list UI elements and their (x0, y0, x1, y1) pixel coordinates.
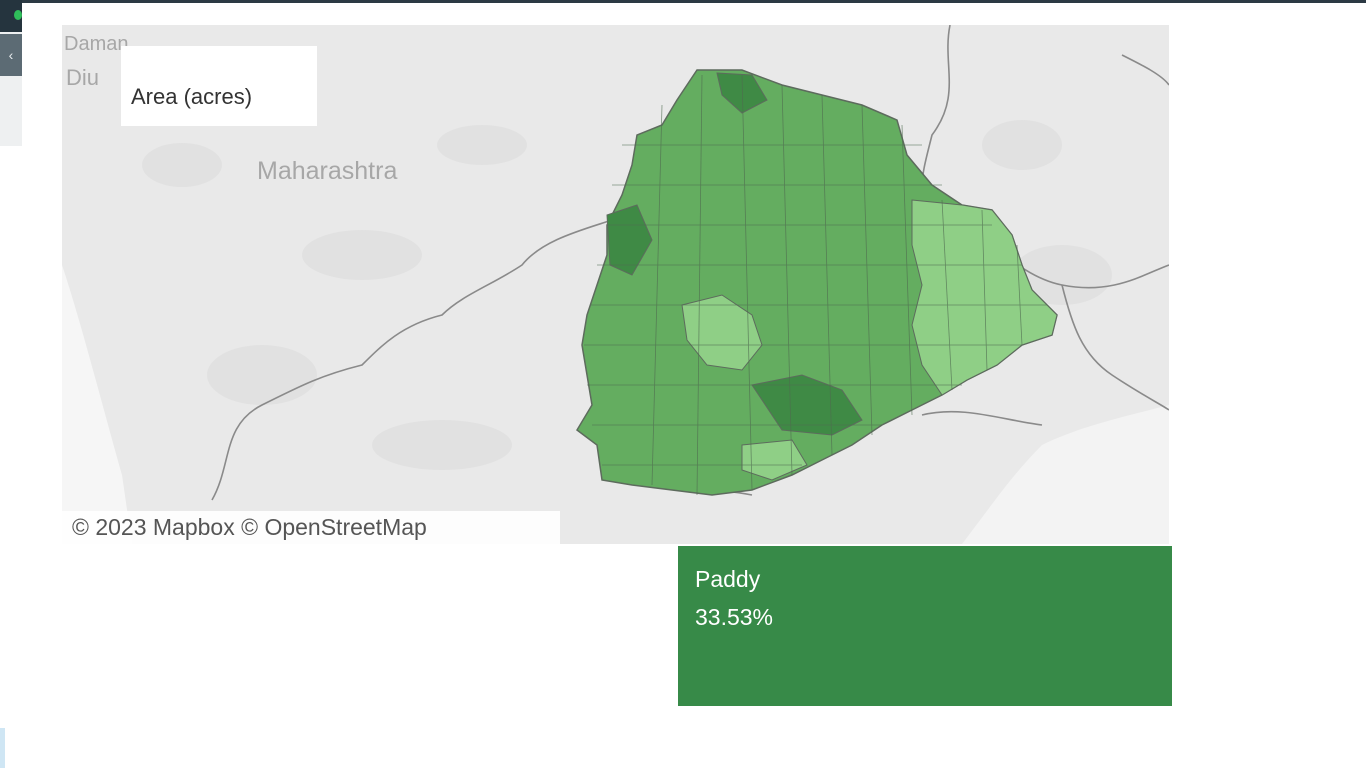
map-view[interactable]: Daman Diu Maharashtra Area (acres) © 202… (62, 25, 1169, 544)
sea-east (962, 405, 1169, 544)
tooltip-crop-name: Paddy (695, 566, 761, 592)
side-strip (0, 728, 5, 768)
panel-header (0, 0, 22, 32)
place-label-maharashtra: Maharashtra (257, 157, 398, 185)
back-arrow-icon[interactable]: ‹ (0, 34, 22, 76)
notification-dot-icon (14, 10, 22, 20)
legend: Area (acres) (121, 46, 317, 126)
coastline-sea (62, 265, 132, 544)
browser-left-panel: ‹ (0, 0, 22, 146)
legend-title: Area (acres) (131, 84, 253, 109)
tooltip: Paddy 33.53% (678, 546, 1172, 706)
tooltip-percent: 33.53% (695, 604, 774, 630)
place-label-daman: Daman (64, 33, 129, 55)
place-label-diu: Diu (66, 65, 100, 90)
choropleth-region[interactable] (576, 69, 1058, 496)
window-top-bar (0, 0, 1366, 3)
map-attribution[interactable]: © 2023 Mapbox © OpenStreetMap (62, 511, 560, 544)
